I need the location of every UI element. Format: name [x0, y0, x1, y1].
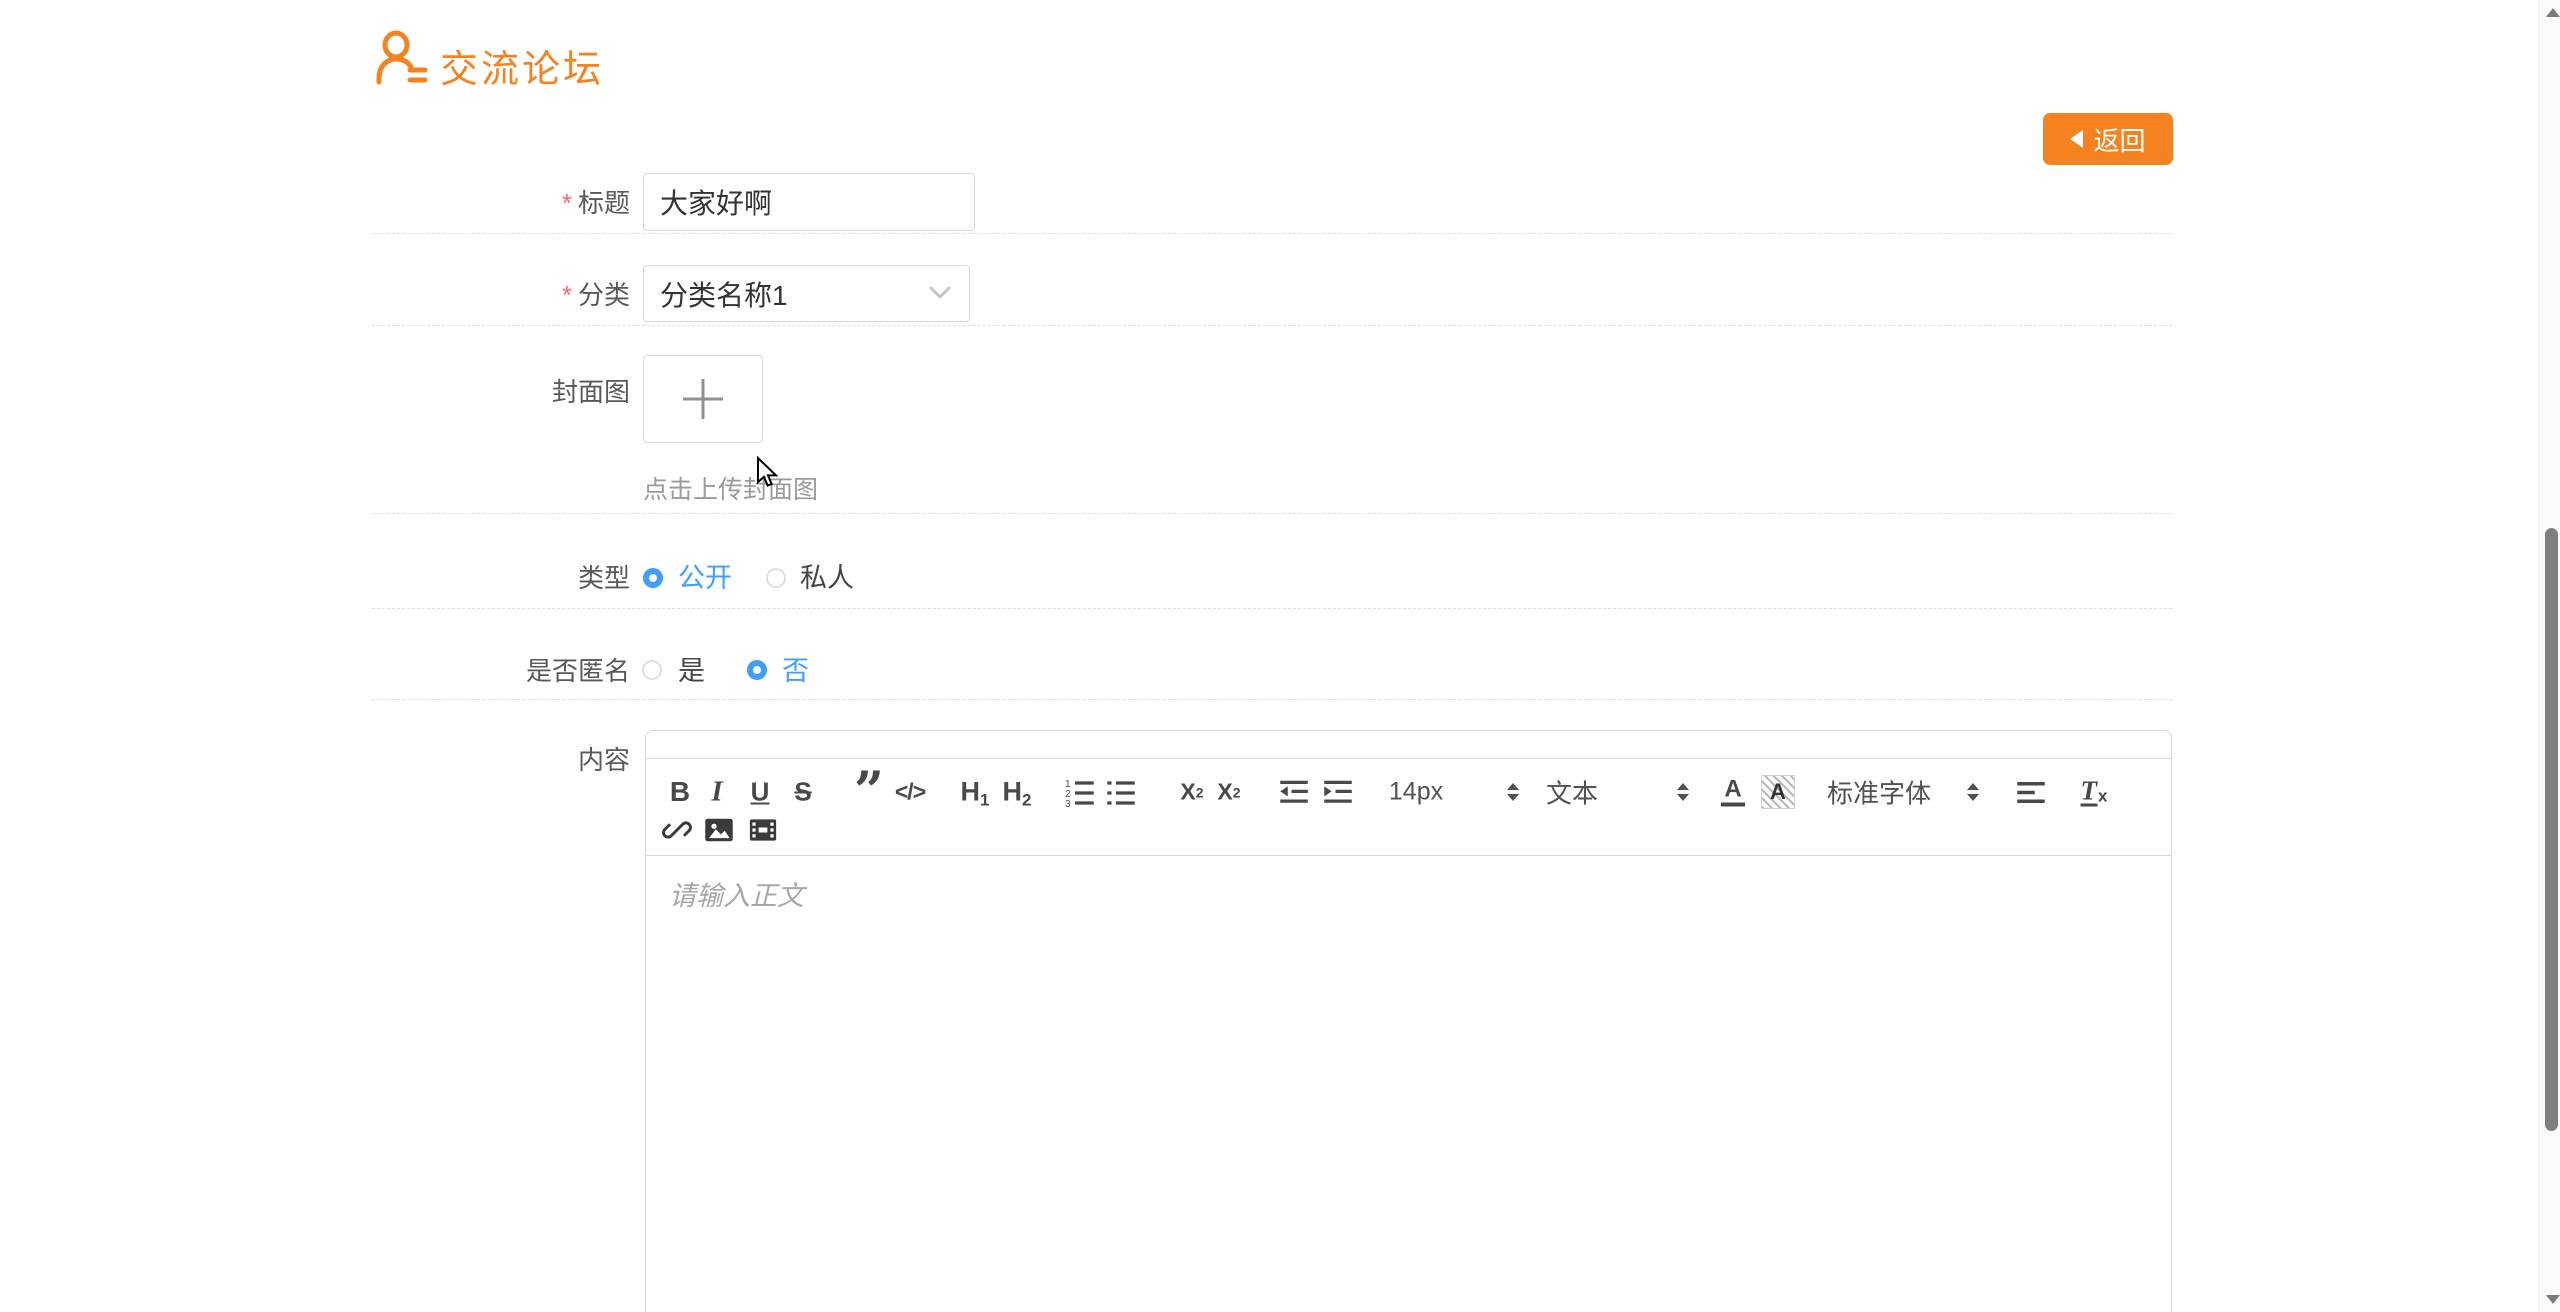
background-color-button[interactable]: A [1761, 775, 1795, 809]
rich-text-editor: B I U S ” </> H1 H2 1 2 3 [645, 730, 2172, 1312]
category-select[interactable]: 分类名称1 [643, 265, 970, 322]
size-picker-arrows-icon[interactable] [1507, 783, 1519, 801]
divider [372, 608, 2172, 609]
subscript-button[interactable]: X2 [1180, 779, 1203, 806]
anonymous-yes-label[interactable]: 是 [678, 657, 705, 685]
type-public-label[interactable]: 公开 [678, 564, 732, 592]
format-picker-value[interactable]: 文本 [1546, 774, 1598, 811]
type-private-label[interactable]: 私人 [800, 564, 854, 592]
header-1-button[interactable]: H1 [961, 777, 990, 808]
required-asterisk: * [562, 280, 572, 310]
bullet-list-button[interactable] [1106, 777, 1136, 807]
divider [372, 233, 2172, 234]
font-picker-value[interactable]: 标准字体 [1827, 774, 1931, 811]
divider [372, 699, 2172, 700]
format-picker-arrows-icon[interactable] [1677, 783, 1689, 801]
video-button[interactable] [748, 815, 778, 845]
forum-user-logo-icon [372, 30, 430, 88]
svg-text:3: 3 [1065, 799, 1071, 807]
type-label: 类型 [372, 564, 630, 592]
divider [372, 325, 2172, 326]
scrollbar-thumb[interactable] [2545, 528, 2558, 1131]
title-label: *标题 [372, 189, 630, 217]
indent-button[interactable] [1322, 777, 1354, 807]
text-color-button[interactable]: A [1721, 778, 1745, 807]
font-picker-arrows-icon[interactable] [1967, 783, 1979, 801]
scrollbar-up-arrow[interactable] [2546, 8, 2560, 17]
anonymous-label: 是否匿名 [372, 657, 630, 685]
category-label: *分类 [372, 281, 630, 309]
back-button-label: 返回 [2093, 121, 2145, 158]
code-block-button[interactable]: </> [895, 779, 925, 806]
anonymous-no-radio[interactable] [747, 660, 767, 680]
back-arrow-icon [2070, 130, 2083, 148]
align-picker[interactable] [2016, 777, 2046, 807]
superscript-button[interactable]: X2 [1217, 779, 1240, 806]
italic-button[interactable]: I [711, 776, 722, 809]
forum-post-page: 交流论坛 返回 *标题 *分类 分类名称1 封面图 点击上传封面图 类型 公开 … [0, 0, 2560, 1312]
editor-toolbar: B I U S ” </> H1 H2 1 2 3 [646, 758, 2171, 856]
underline-button[interactable]: U [751, 777, 770, 808]
cover-upload-button[interactable] [643, 355, 763, 443]
page-title: 交流论坛 [440, 38, 604, 93]
anonymous-yes-radio[interactable] [642, 660, 662, 680]
strikethrough-button[interactable]: S [794, 777, 811, 808]
chevron-down-icon [929, 286, 951, 300]
category-select-value: 分类名称1 [660, 274, 788, 314]
back-button[interactable]: 返回 [2043, 113, 2173, 165]
plus-icon [681, 377, 725, 421]
size-picker-value[interactable]: 14px [1389, 778, 1443, 807]
type-public-radio[interactable] [643, 568, 663, 588]
mouse-cursor [756, 456, 782, 488]
anonymous-no-label[interactable]: 否 [782, 657, 809, 685]
cover-label: 封面图 [372, 378, 630, 406]
outdent-button[interactable] [1278, 777, 1310, 807]
bold-button[interactable]: B [670, 776, 690, 808]
blockquote-button[interactable]: ” [854, 777, 884, 807]
ordered-list-button[interactable]: 1 2 3 [1065, 777, 1095, 807]
required-asterisk: * [562, 188, 572, 218]
editor-content-area[interactable] [646, 856, 2171, 1312]
cover-upload-hint: 点击上传封面图 [643, 470, 818, 506]
clear-format-button[interactable]: Tx [2081, 778, 2108, 807]
divider [372, 513, 2172, 514]
type-private-radio[interactable] [766, 568, 786, 588]
title-input[interactable] [643, 173, 975, 231]
link-button[interactable] [662, 815, 692, 845]
content-label: 内容 [372, 746, 630, 774]
scrollbar-down-arrow[interactable] [2546, 1295, 2560, 1304]
header-2-button[interactable]: H2 [1003, 777, 1032, 808]
image-button[interactable] [704, 815, 734, 845]
